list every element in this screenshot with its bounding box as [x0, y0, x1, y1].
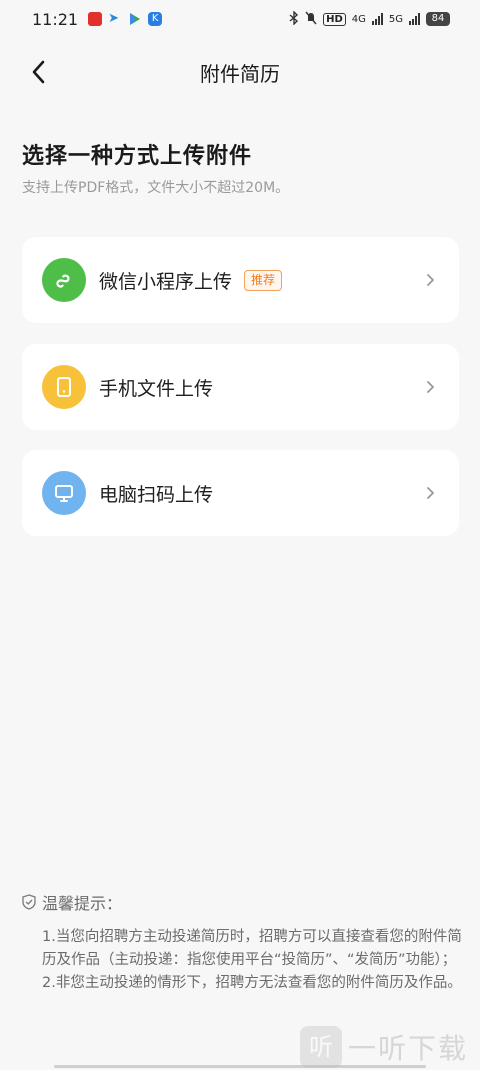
chevron-right-icon — [427, 487, 434, 499]
k-app-icon: K — [148, 12, 163, 26]
option-label: 电脑扫码上传 — [99, 483, 214, 506]
play-store-icon — [128, 12, 142, 26]
tips-header: 温馨提示： — [22, 890, 462, 914]
network-5g-label: 5G — [388, 13, 403, 25]
tips-title: 温馨提示： — [42, 894, 123, 913]
chevron-right-icon — [427, 274, 434, 286]
recommended-badge: 推荐 — [244, 269, 283, 291]
watermark-logo: 听 — [299, 1026, 342, 1068]
watermark: 听 一听下载 — [299, 1026, 468, 1068]
tips-body: 1.当您向招聘方主动投递简历时，招聘方可以直接查看您的附件简历及作品（主动投递：… — [22, 926, 462, 995]
computer-icon — [42, 471, 86, 515]
phone-icon — [42, 365, 86, 409]
wechat-mini-program-icon — [42, 258, 86, 302]
tips-section: 温馨提示： 1.当您向招聘方主动投递简历时，招聘方可以直接查看您的附件简历及作品… — [22, 890, 462, 995]
option-phone-file[interactable]: 手机文件上传 — [22, 344, 459, 430]
nav-bar: 附件简历 — [0, 46, 480, 98]
status-bar: 11:21 ➤ K HD 4G 5G 84 — [0, 0, 480, 38]
status-time: 11:21 — [32, 9, 79, 29]
tips-line-1: 1.当您向招聘方主动投递简历时，招聘方可以直接查看您的附件简历及作品（主动投递：… — [42, 929, 462, 968]
option-wechat-mini-program[interactable]: 微信小程序上传 推荐 — [22, 237, 459, 323]
status-left: 11:21 ➤ K — [32, 9, 163, 29]
page-title: 附件简历 — [200, 61, 280, 86]
mute-icon — [305, 11, 317, 28]
option-label: 手机文件上传 — [99, 377, 214, 400]
news-app-icon — [88, 12, 103, 26]
section-heading: 选择一种方式上传附件 — [22, 144, 253, 169]
option-label: 微信小程序上传 — [99, 270, 233, 293]
chevron-left-icon — [32, 60, 45, 84]
back-button[interactable] — [24, 58, 52, 86]
shield-check-icon — [22, 894, 36, 910]
bluetooth-icon — [289, 9, 299, 28]
section-subheading: 支持上传PDF格式，文件大小不超过20M。 — [22, 180, 290, 196]
signal-icon — [371, 13, 383, 25]
signal-icon-2 — [409, 13, 420, 25]
network-4g-label: 4G — [351, 13, 366, 25]
battery-indicator: 84 — [426, 12, 450, 26]
status-right: HD 4G 5G 84 — [289, 9, 450, 28]
telegram-icon: ➤ — [108, 11, 120, 26]
option-computer-scan[interactable]: 电脑扫码上传 — [22, 450, 459, 536]
watermark-text: 一听下载 — [347, 1032, 468, 1065]
tips-line-2: 2.非您主动投递的情形下，招聘方无法查看您的附件简历及作品。 — [42, 975, 462, 991]
hd-icon: HD — [323, 12, 346, 26]
chevron-right-icon — [427, 381, 434, 393]
